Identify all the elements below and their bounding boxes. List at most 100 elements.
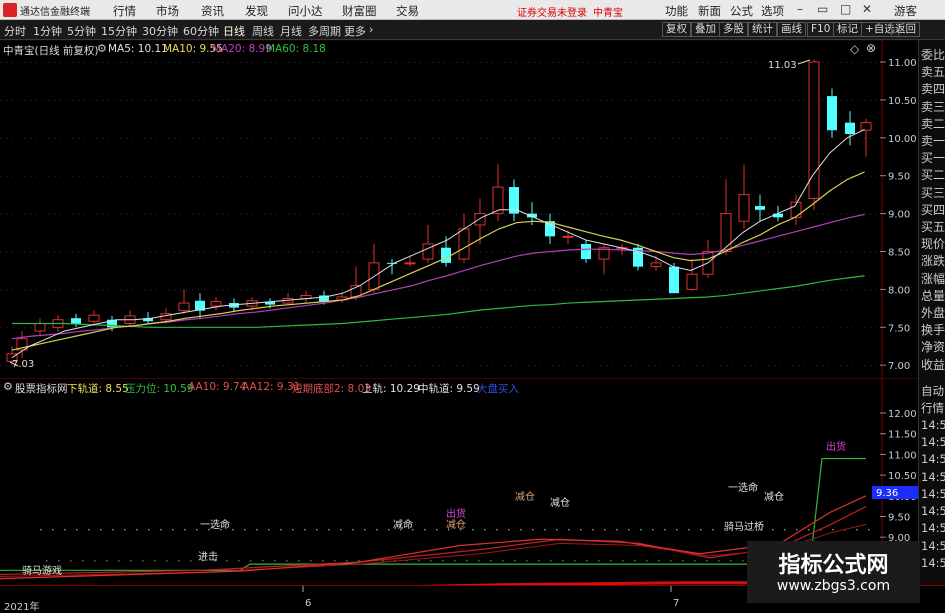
- sidebar-item: 现价: [921, 237, 945, 252]
- menu-item-market[interactable]: 行情: [113, 3, 136, 19]
- candle-up: [178, 302, 190, 312]
- ma20-label: MA20: 8.99: [212, 43, 272, 55]
- overlay-button[interactable]: 叠加: [691, 22, 720, 37]
- menu-item-function[interactable]: 功能: [665, 3, 688, 19]
- sidebar-item: 收益: [921, 357, 945, 372]
- signal-annotation: 骑马游戏: [22, 564, 62, 577]
- candle-up: [404, 262, 416, 265]
- period-daily[interactable]: 日线: [223, 23, 245, 39]
- candlestick-chart[interactable]: 11.0010.5010.009.509.008.508.007.507.00 …: [0, 40, 918, 378]
- trend-line: [0, 495, 867, 580]
- period-toolbar: 分时 1分钟 5分钟 15分钟 30分钟 60分钟 日线 周线 月线 多周期 更…: [0, 20, 945, 40]
- back-button[interactable]: 返回: [891, 22, 920, 37]
- menu-item-wealth[interactable]: 财富圈: [342, 3, 377, 19]
- app-logo-icon: [3, 3, 17, 17]
- sidebar-item: 买一: [921, 151, 945, 166]
- sidebar-item: 买三: [921, 185, 945, 200]
- watermark-title: 指标公式网: [778, 553, 889, 578]
- period-weekly[interactable]: 周线: [252, 23, 274, 39]
- sidebar-item: 换手: [921, 323, 945, 338]
- menu-item-options[interactable]: 选项: [761, 3, 784, 19]
- sidebar-time-item: 自动: [921, 384, 944, 398]
- menu-item-layout[interactable]: 新面: [698, 3, 721, 19]
- date-label-july: 7: [673, 598, 680, 609]
- candle-up: [474, 213, 486, 226]
- candle-up: [562, 235, 574, 238]
- candle-up: [808, 61, 820, 199]
- watermark-url: www.zbgs3.com: [776, 578, 891, 594]
- menu-item-trade[interactable]: 交易: [396, 3, 419, 19]
- date-label-june: 6: [305, 598, 312, 609]
- indicator-gear-icon[interactable]: ⚙: [3, 380, 13, 393]
- guest-label[interactable]: 游客: [894, 3, 917, 19]
- sidebar-item: 总量: [921, 288, 945, 303]
- period-5min[interactable]: 5分钟: [67, 23, 96, 39]
- sidebar-item: 卖一: [921, 134, 945, 148]
- current-value-badge: 9.36: [876, 488, 898, 499]
- signal-annotation: 出货: [446, 507, 466, 520]
- f10-button[interactable]: F10: [807, 22, 835, 37]
- menu-item-news[interactable]: 资讯: [201, 3, 224, 19]
- signal-annotation: 减仓: [550, 496, 570, 509]
- sidebar-item: 买五: [921, 220, 945, 234]
- minimize-icon[interactable]: –: [797, 2, 803, 16]
- adjust-button[interactable]: 复权: [662, 22, 691, 37]
- period-more[interactable]: 更多: [344, 23, 366, 39]
- sidebar-time-item: 14:5: [921, 521, 945, 536]
- high-price-label: 11.03: [768, 60, 797, 71]
- candle-up: [860, 122, 872, 131]
- sidebar-item: 外盘: [921, 306, 945, 320]
- period-multi[interactable]: 多周期: [308, 23, 341, 39]
- candle-down: [441, 247, 451, 263]
- maximize-icon[interactable]: □: [840, 2, 851, 16]
- period-1min[interactable]: 1分钟: [33, 23, 62, 39]
- candle-up: [650, 262, 662, 268]
- period-15min[interactable]: 15分钟: [101, 23, 137, 39]
- candle-up: [34, 323, 46, 332]
- signal-annotation: 减命: [393, 518, 413, 531]
- sidebar-item: 买二: [921, 168, 945, 183]
- candle-down: [827, 96, 837, 131]
- price-axis-label: 11.00: [888, 58, 917, 69]
- indicator-title: 股票指标网: [15, 383, 68, 395]
- period-intraday[interactable]: 分时: [4, 23, 26, 39]
- bottom-band-line: [418, 575, 867, 585]
- menu-item-markets[interactable]: 市场: [156, 3, 179, 19]
- sidebar-time-item: 14:5: [921, 417, 945, 432]
- middle-band-label: 中轨道: 9.59: [418, 383, 480, 395]
- period-monthly[interactable]: 月线: [280, 23, 302, 39]
- menu-item-formula[interactable]: 公式: [730, 3, 753, 19]
- quote-sidebar: 委比 卖五 卖四 卖三 卖二 卖一 买一 买二 买三 买四 买五 现价 涨跌 涨幅 总量 外盘 换手 净资 收益 自动…: [918, 40, 945, 585]
- price-axis-label: 7.50: [888, 323, 910, 334]
- signal-annotation: 减仓: [446, 518, 466, 531]
- price-axis-label: 7.00: [888, 361, 910, 372]
- watermark: 指标公式网 www.zbgs3.com: [747, 541, 920, 603]
- upper-band-label: 上轨: 10.29: [362, 383, 420, 395]
- more-chevron-icon[interactable]: ›: [369, 23, 373, 36]
- draw-line-button[interactable]: 画线: [777, 22, 806, 37]
- indicator-axis-label: 11.00: [888, 450, 917, 461]
- price-axis-label: 9.50: [888, 172, 910, 183]
- signal-annotation: 进击: [198, 551, 218, 563]
- ma60-label: MA60: 8.18: [266, 43, 326, 55]
- sidebar-time-item: 14:5: [921, 469, 945, 484]
- sidebar-item: 卖二: [921, 116, 945, 131]
- sidebar-item: 卖五: [921, 65, 945, 80]
- panel-diamond-icon[interactable]: ◇: [850, 42, 859, 56]
- app-title: 通达信金融终端: [20, 7, 90, 18]
- multi-stock-button[interactable]: 多股: [719, 22, 748, 37]
- restore-icon[interactable]: ▭: [817, 2, 828, 16]
- menu-item-ask[interactable]: 问小达: [288, 3, 323, 19]
- panel-close-icon[interactable]: ⊗: [866, 41, 876, 55]
- signal-annotation: 一选命: [200, 518, 230, 531]
- sidebar-item: 买四: [921, 202, 945, 217]
- settings-gear-icon[interactable]: ⚙: [97, 42, 107, 55]
- mark-button[interactable]: 标记: [833, 22, 862, 37]
- candle-up: [458, 228, 470, 260]
- pressure-label: 压力位: 10.59: [125, 383, 194, 395]
- stats-button[interactable]: 统计: [748, 22, 777, 37]
- menu-item-discover[interactable]: 发现: [245, 3, 268, 19]
- period-30min[interactable]: 30分钟: [142, 23, 178, 39]
- close-icon[interactable]: ✕: [862, 2, 872, 16]
- period-60min[interactable]: 60分钟: [183, 23, 219, 39]
